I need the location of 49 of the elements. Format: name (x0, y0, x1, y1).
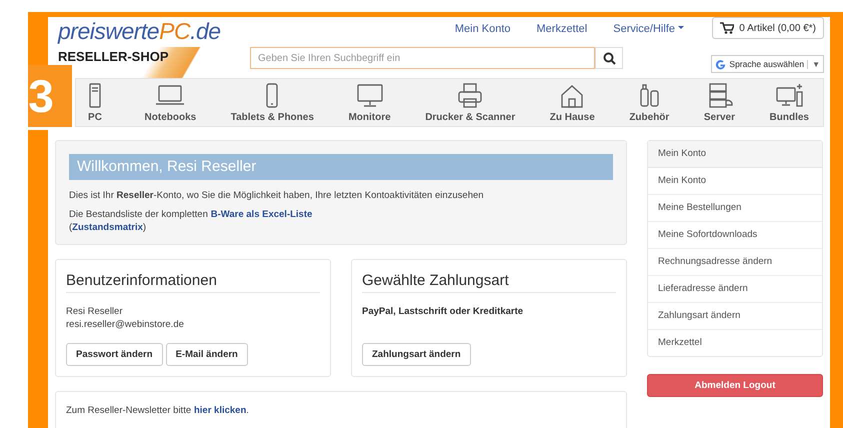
change-button[interactable]: E-Mail ändern (166, 343, 248, 366)
change-button[interactable]: Zahlungsart ändern (362, 343, 471, 366)
category-link[interactable]: Zubehör (629, 82, 670, 122)
stock-text: Die Bestandsliste der kompletten (69, 209, 208, 220)
search-button[interactable] (595, 47, 623, 69)
language-select[interactable]: Sprache auswählen ▼ (711, 55, 824, 73)
nav-link[interactable]: Merkzettel (536, 23, 588, 47)
nav-link[interactable]: Service/Hilfe (613, 23, 684, 47)
sidebar-item[interactable]: Meine Bestellungen (648, 195, 822, 222)
sidebar-item[interactable]: Rechnungsadresse ändern (648, 249, 822, 276)
period-text: . (246, 405, 249, 416)
condition-matrix-link[interactable]: Zustandsmatrix (72, 222, 143, 233)
open-parenthesis: ( (69, 222, 72, 233)
category-link[interactable]: Bundles (770, 82, 809, 122)
category-link[interactable]: Monitore (348, 82, 391, 122)
card-heading: Gewählte Zahlungsart (362, 272, 616, 293)
sidebar-item[interactable]: Meine Sofortdownloads (648, 222, 822, 249)
change-button[interactable]: Passwort ändern (66, 343, 163, 366)
sidebar-item[interactable]: Mein Konto (648, 168, 822, 195)
category-link[interactable]: Drucker & Scanner (425, 82, 516, 122)
close-parenthesis: ) (142, 222, 146, 233)
bundle-icon (774, 82, 804, 108)
category-link[interactable]: Tablets & Phones (230, 82, 314, 122)
search-field[interactable]: Geben Sie Ihren Suchbegriff ein (250, 47, 595, 69)
search-icon (602, 52, 616, 64)
category-link[interactable]: PC (80, 82, 110, 122)
category-link[interactable]: Zu Hause (550, 82, 595, 122)
user-email: resi.reseller@webinstore.de (66, 318, 185, 331)
category-link[interactable]: Server (704, 82, 735, 122)
sidebar-item[interactable]: Lieferadresse ändern (648, 276, 822, 303)
sidebar-heading: Mein Konto (648, 141, 822, 168)
sidebar-item[interactable]: Merkzettel (648, 330, 822, 356)
monitor-icon (354, 82, 385, 108)
excel-list-link[interactable]: B-Ware als Excel-Liste (210, 209, 312, 220)
welcome-heading: Willkommen, Resi Reseller (69, 154, 613, 180)
sidebar-item[interactable]: Zahlungsart ändern (648, 303, 822, 330)
newsletter-link[interactable]: hier klicken (194, 405, 246, 416)
payment-method: PayPal, Lastschrift oder Kreditkarte (362, 305, 524, 318)
g-logo-icon (715, 58, 726, 70)
card-heading: Benutzerinformationen (66, 272, 320, 293)
cart-button[interactable]: 0 Artikel (0,00 €*) (712, 17, 824, 39)
step-number-badge: 3 (28, 65, 75, 130)
nav-link[interactable]: Mein Konto (454, 23, 510, 47)
user-name: Resi Reseller (66, 305, 124, 318)
category-link[interactable]: Notebooks (144, 82, 196, 122)
logout-button[interactable]: Abmelden Logout (647, 374, 823, 397)
intro-text: Dies ist Ihr Reseller-Konto, wo Sie die Möglichkeit haben, Ihre letzten Kontoaktivitäten einzusehen (69, 189, 485, 202)
newsletter-text: Zum Reseller-Newsletter bitte (66, 405, 192, 416)
cart-icon (720, 22, 734, 34)
